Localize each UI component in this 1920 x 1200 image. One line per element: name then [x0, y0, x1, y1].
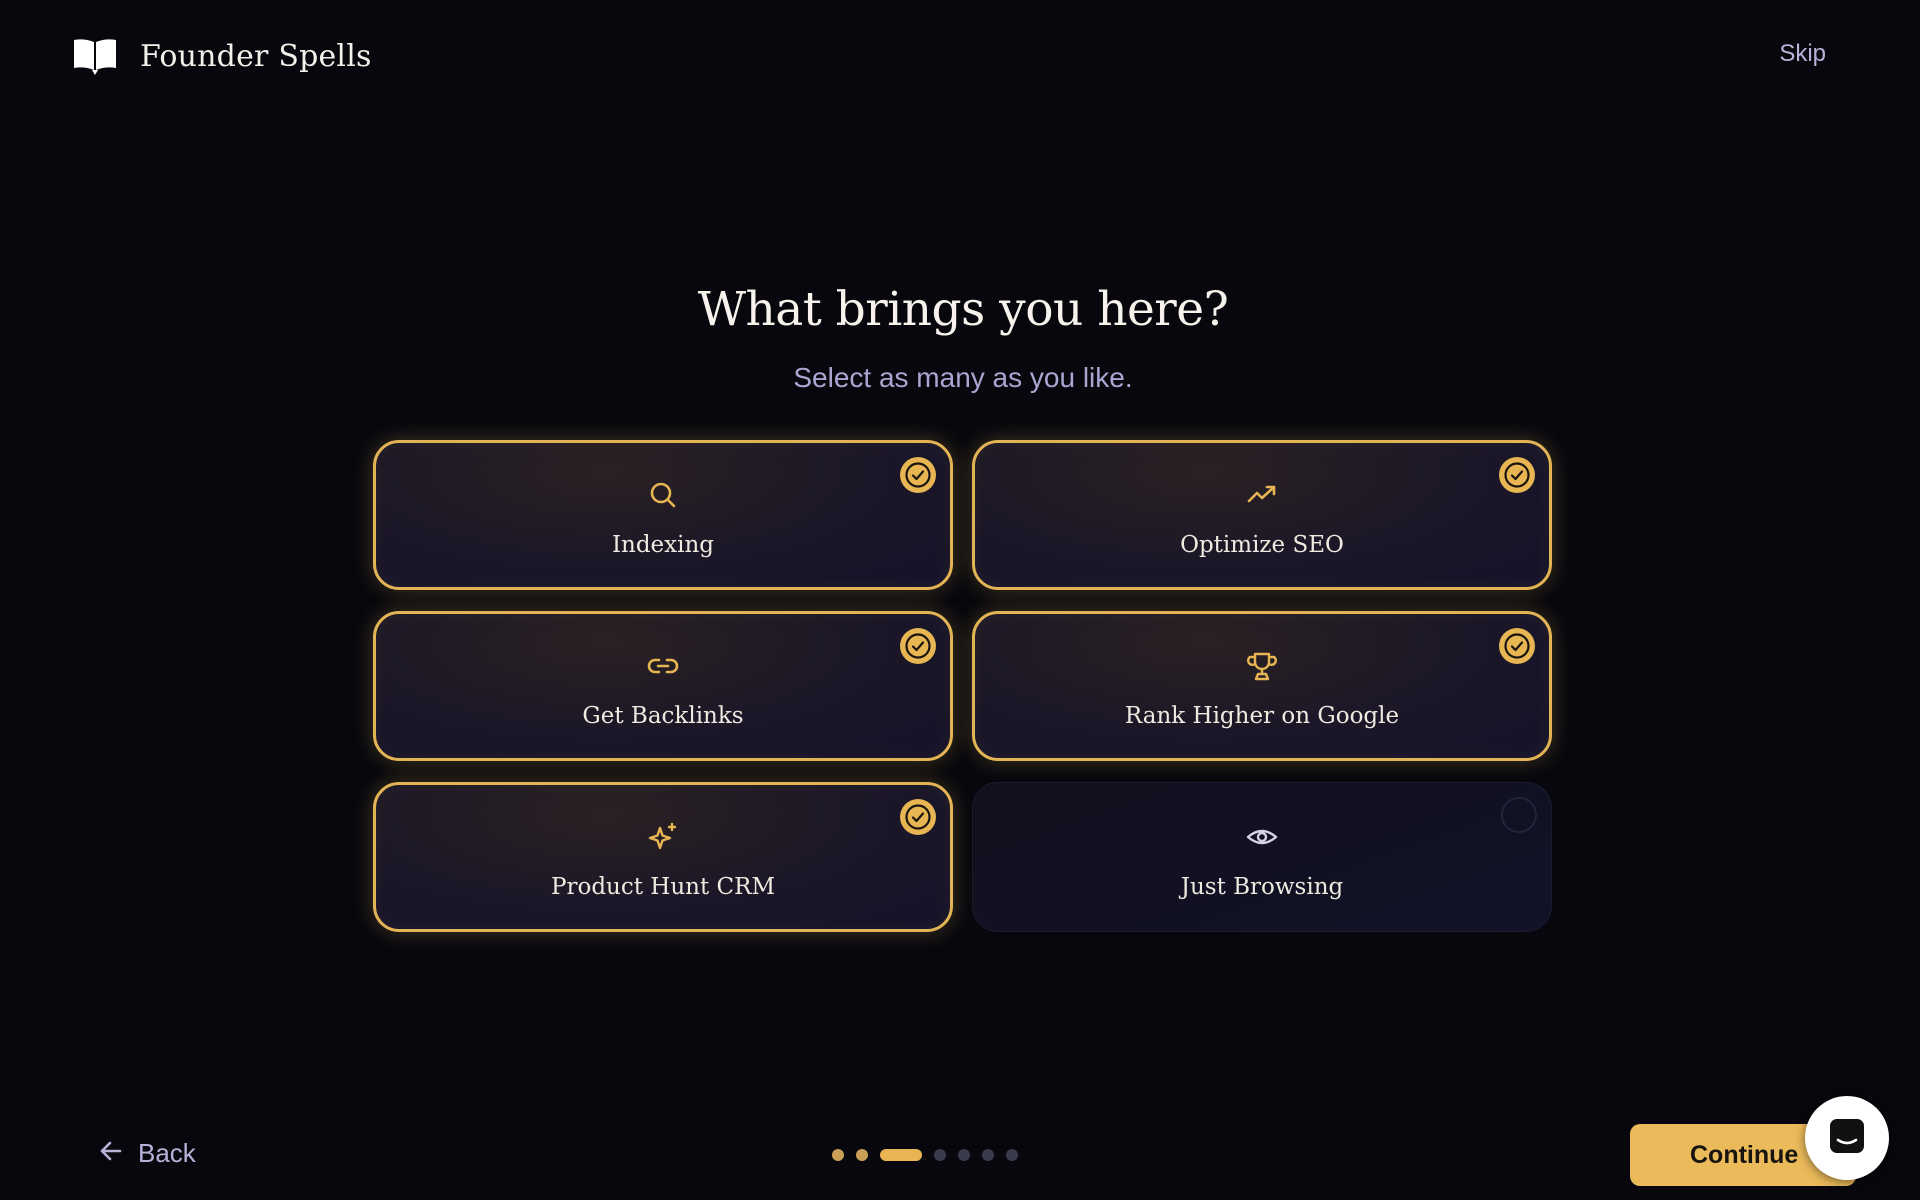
page-title: What brings you here?: [697, 282, 1229, 337]
check-circle-icon: [1499, 457, 1535, 493]
chat-bubble-icon: [1827, 1116, 1867, 1161]
progress-dot: [832, 1149, 844, 1161]
option-label: Rank Higher on Google: [1124, 703, 1400, 729]
skip-button[interactable]: Skip: [1779, 40, 1826, 68]
progress-dots: [832, 1149, 1018, 1161]
option-label: Get Backlinks: [582, 703, 744, 729]
back-button[interactable]: Back: [98, 1138, 196, 1169]
check-circle-icon: [900, 457, 936, 493]
progress-dot: [856, 1149, 868, 1161]
option-label: Indexing: [611, 532, 715, 558]
brand[interactable]: Founder Spells: [72, 34, 372, 78]
option-label: Product Hunt CRM: [551, 874, 775, 900]
check-circle-icon: [900, 628, 936, 664]
option-card-optimize-seo[interactable]: Optimize SEO: [972, 440, 1552, 590]
header: Founder Spells Skip: [0, 0, 1920, 112]
continue-label: Continue: [1690, 1140, 1799, 1169]
progress-dot: [934, 1149, 946, 1161]
check-circle-icon: [1499, 628, 1535, 664]
option-card-product-hunt-crm[interactable]: Product Hunt CRM: [373, 782, 953, 932]
progress-dot-active: [880, 1149, 922, 1161]
progress-dot: [958, 1149, 970, 1161]
option-label: Optimize SEO: [1180, 532, 1344, 558]
trending-up-icon: [1245, 478, 1279, 512]
options-grid: Indexing Optimize SEO Get Backlinks Rank…: [373, 440, 1552, 932]
back-label: Back: [138, 1138, 196, 1168]
trophy-icon: [1245, 649, 1279, 683]
chat-launcher-button[interactable]: [1805, 1096, 1889, 1180]
arrow-left-icon: [98, 1138, 124, 1169]
empty-circle-icon: [1501, 797, 1537, 833]
open-book-icon: [72, 36, 118, 76]
progress-dot: [1006, 1149, 1018, 1161]
option-label: Just Browsing: [1180, 874, 1344, 900]
search-icon: [646, 478, 680, 512]
option-card-get-backlinks[interactable]: Get Backlinks: [373, 611, 953, 761]
option-card-just-browsing[interactable]: Just Browsing: [972, 782, 1552, 932]
option-card-rank-higher[interactable]: Rank Higher on Google: [972, 611, 1552, 761]
page-subtitle: Select as many as you like.: [793, 362, 1133, 393]
sparkles-icon: [646, 820, 680, 854]
link-icon: [646, 649, 680, 683]
eye-icon: [1245, 820, 1279, 854]
brand-name: Founder Spells: [140, 38, 372, 74]
progress-dot: [982, 1149, 994, 1161]
option-card-indexing[interactable]: Indexing: [373, 440, 953, 590]
check-circle-icon: [900, 799, 936, 835]
